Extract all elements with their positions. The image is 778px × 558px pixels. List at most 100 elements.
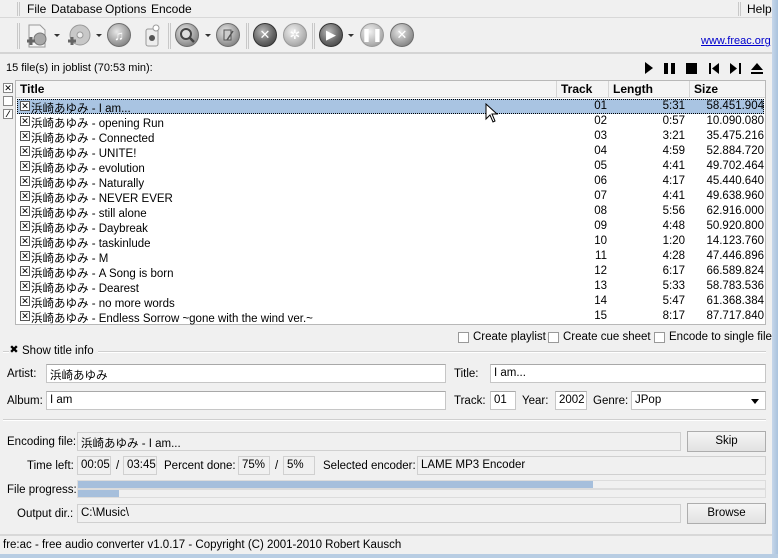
row-checkbox[interactable]: ✕ xyxy=(20,161,30,171)
row-track: 03 xyxy=(594,130,607,142)
start-encoding-dropdown[interactable] xyxy=(348,34,354,37)
row-checkbox[interactable]: ✕ xyxy=(20,176,30,186)
row-checkbox[interactable]: ✕ xyxy=(20,131,30,141)
add-cd-dropdown[interactable] xyxy=(96,34,102,37)
menu-help[interactable]: Help xyxy=(747,2,772,16)
table-row[interactable]: ✕ 浜崎あゆみ - NEVER EVER 07 4:41 49.638.960 xyxy=(17,189,764,205)
row-size: 10.090.080 xyxy=(706,115,764,127)
table-row[interactable]: ✕ 浜崎あゆみ - Endless Sorrow ~gone with the w… xyxy=(17,309,764,325)
query-cddb-dropdown[interactable] xyxy=(205,34,211,37)
percent-file-field: 75% xyxy=(238,456,270,475)
joblist[interactable]: Title Track Length Size ✕ 浜崎あゆみ - I am...… xyxy=(15,80,766,325)
table-row[interactable]: ✕ 浜崎あゆみ - Daybreak 09 4:48 50.920.800 xyxy=(17,219,764,235)
chevron-down-icon[interactable] xyxy=(751,399,759,404)
table-row[interactable]: ✕ 浜崎あゆみ - still alone 08 5:56 62.916.000 xyxy=(17,204,764,220)
table-row[interactable]: ✕ 浜崎あゆみ - no more words 14 5:47 61.368.384 xyxy=(17,294,764,310)
table-row[interactable]: ✕ 浜崎あゆみ - Dearest 13 5:33 58.783.536 xyxy=(17,279,764,295)
player-next-button[interactable] xyxy=(728,61,742,75)
file-progress-fill xyxy=(78,481,594,488)
player-pause-button[interactable] xyxy=(662,61,676,75)
table-row[interactable]: ✕ 浜崎あゆみ - I am... 01 5:31 58.451.904 xyxy=(17,99,764,115)
menu-encode[interactable]: Encode xyxy=(151,2,192,16)
submit-cddb-button[interactable] xyxy=(216,23,242,49)
row-length: 8:17 xyxy=(662,310,685,322)
table-row[interactable]: ✕ 浜崎あゆみ - A Song is born 12 6:17 66.589.824 xyxy=(17,264,764,280)
stop-encoding-button[interactable]: ✕ xyxy=(390,23,416,49)
output-dir-field[interactable]: C:\Music\ xyxy=(77,504,681,523)
table-row[interactable]: ✕ 浜崎あゆみ - Naturally 06 4:17 45.440.640 xyxy=(17,174,764,190)
player-stop-button[interactable] xyxy=(684,61,698,75)
player-eject-button[interactable] xyxy=(750,61,764,75)
table-row[interactable]: ✕ 浜崎あゆみ - opening Run 02 0:57 10.090.080 xyxy=(17,114,764,130)
checkbox-box[interactable] xyxy=(548,331,559,343)
row-checkbox[interactable]: ✕ xyxy=(20,221,30,231)
checkbox-box[interactable] xyxy=(654,331,665,343)
row-track: 10 xyxy=(594,235,607,247)
pause-encoding-button[interactable]: ❚❚ xyxy=(360,23,386,49)
toggle-selection-button[interactable]: ⁄ xyxy=(3,109,13,119)
row-checkbox[interactable]: ✕ xyxy=(20,191,30,201)
artist-input[interactable]: 浜崎あゆみ xyxy=(46,364,446,383)
track-input[interactable]: 01 xyxy=(490,391,516,410)
column-track[interactable]: Track xyxy=(557,81,609,98)
table-row[interactable]: ✕ 浜崎あゆみ - Connected 03 3:21 35.475.216 xyxy=(17,129,764,145)
player-play-button[interactable] xyxy=(642,61,656,75)
row-checkbox[interactable]: ✕ xyxy=(20,251,30,261)
settings-button[interactable]: ✲ xyxy=(283,23,309,49)
column-size[interactable]: Size xyxy=(690,81,765,98)
select-none-button[interactable] xyxy=(3,96,13,106)
configure-button[interactable]: ✕ xyxy=(253,23,279,49)
row-checkbox[interactable]: ✕ xyxy=(20,101,30,111)
start-encoding-button[interactable]: ▶ xyxy=(319,23,345,49)
encode-single-file-checkbox[interactable]: Encode to single file xyxy=(654,331,772,343)
create-cue-sheet-checkbox[interactable]: Create cue sheet xyxy=(548,331,651,343)
website-link[interactable]: www.freac.org xyxy=(701,35,771,47)
table-row[interactable]: ✕ 浜崎あゆみ - M 11 4:28 47.446.896 xyxy=(17,249,764,265)
column-title[interactable]: Title xyxy=(16,81,557,98)
row-size: 47.446.896 xyxy=(706,250,764,262)
row-size: 45.440.640 xyxy=(706,175,764,187)
add-files-icon xyxy=(27,24,47,48)
menubar-grip xyxy=(17,2,20,16)
menu-file[interactable]: File xyxy=(27,2,46,16)
album-input[interactable]: I am xyxy=(46,391,446,410)
player-previous-button[interactable] xyxy=(707,61,721,75)
year-input[interactable]: 2002 xyxy=(555,391,587,410)
genre-label: Genre: xyxy=(593,395,629,407)
add-audio-button[interactable]: ♫ xyxy=(107,23,133,49)
query-cddb-button[interactable] xyxy=(175,23,201,49)
genre-select[interactable]: JPop xyxy=(631,391,766,410)
row-checkbox[interactable]: ✕ xyxy=(20,266,30,276)
row-size: 66.589.824 xyxy=(706,265,764,277)
row-checkbox[interactable]: ✕ xyxy=(20,146,30,156)
add-files-dropdown[interactable] xyxy=(54,34,60,37)
checkbox-box[interactable] xyxy=(458,331,469,343)
table-row[interactable]: ✕ 浜崎あゆみ - taskinlude 10 1:20 14.123.760 xyxy=(17,234,764,250)
select-all-button[interactable]: ✕ xyxy=(3,83,13,93)
row-checkbox[interactable]: ✕ xyxy=(20,281,30,291)
row-checkbox[interactable]: ✕ xyxy=(20,296,30,306)
table-row[interactable]: ✕ 浜崎あゆみ - evolution 05 4:41 49.702.464 xyxy=(17,159,764,175)
row-checkbox[interactable]: ✕ xyxy=(20,116,30,126)
create-playlist-checkbox[interactable]: Create playlist xyxy=(458,331,546,343)
table-row[interactable]: ✕ 浜崎あゆみ - UNITE! 04 4:59 52.884.720 xyxy=(17,144,764,160)
add-cd-button[interactable] xyxy=(65,23,91,49)
clear-joblist-button[interactable] xyxy=(139,23,165,49)
browse-button[interactable]: Browse xyxy=(687,503,766,524)
row-track: 09 xyxy=(594,220,607,232)
show-title-info-toggle[interactable]: ✖ Show title info xyxy=(9,344,98,357)
add-files-button[interactable] xyxy=(24,23,50,49)
menu-options[interactable]: Options xyxy=(105,2,146,16)
row-checkbox[interactable]: ✕ xyxy=(20,311,30,321)
row-track: 14 xyxy=(594,295,607,307)
skip-button[interactable]: Skip xyxy=(687,431,766,452)
menu-database[interactable]: Database xyxy=(51,2,102,16)
column-length[interactable]: Length xyxy=(609,81,690,98)
row-checkbox[interactable]: ✕ xyxy=(20,206,30,216)
toolbar-separator xyxy=(168,23,171,49)
row-checkbox[interactable]: ✕ xyxy=(20,236,30,246)
checkbox-checked-icon[interactable]: ✖ xyxy=(9,344,19,357)
title-input[interactable]: I am... xyxy=(490,364,766,383)
percent-total-field: 5% xyxy=(283,456,315,475)
joblist-header: Title Track Length Size xyxy=(16,81,765,98)
